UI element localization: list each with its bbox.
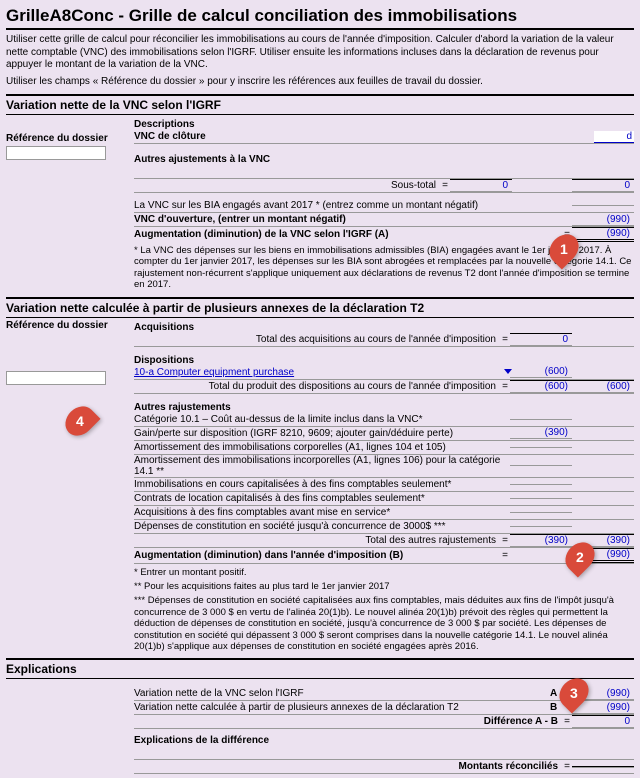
autres-ajust-heading: Autres ajustements à la VNC	[134, 154, 634, 165]
acq-total-label: Total des acquisitions au cours de l'ann…	[134, 334, 500, 345]
ar-val-6[interactable]	[510, 512, 572, 513]
disposition-link[interactable]: 10-a Computer equipment purchase	[134, 367, 294, 378]
autres-total-v1: (390)	[510, 534, 572, 547]
bia-line-val[interactable]	[572, 205, 634, 206]
vnc-cloture-input[interactable]: d	[594, 131, 634, 143]
sous-total-val-2: 0	[572, 179, 634, 192]
reconc-val	[572, 766, 634, 768]
ar-val-3[interactable]	[510, 465, 572, 466]
vnc-ouverture-label: VNC d'ouverture, (entrer un montant néga…	[134, 214, 572, 225]
ar-val-5[interactable]	[510, 498, 572, 499]
diff-label: Différence A - B	[134, 716, 562, 727]
ar-line-5: Contrats de location capitalisés à des f…	[134, 493, 510, 504]
exp-rowB-label: Variation nette calculée à partir de plu…	[134, 702, 550, 713]
ref-label-2: Référence du dossier	[6, 320, 128, 331]
aug-a-label: Augmentation (diminution) de la VNC selo…	[134, 229, 562, 240]
bia-line-label: La VNC sur les BIA engagés avant 2017 * …	[134, 200, 572, 211]
ar-line-6: Acquisitions à des fins comptables avant…	[134, 507, 510, 518]
disp-total-val-1: (600)	[510, 380, 572, 393]
note-star3: *** Dépenses de constitution en société …	[134, 595, 634, 652]
intro-text-2: Utiliser les champs « Référence du dossi…	[6, 76, 634, 89]
aug-b-label: Augmentation (diminution) dans l'année d…	[134, 550, 500, 561]
disp-total-val-2: (600)	[572, 380, 634, 393]
ar-line-1: Gain/perte sur disposition (IGRF 8210, 9…	[134, 428, 510, 439]
section-title-igrf: Variation nette de la VNC selon l'IGRF	[6, 94, 634, 115]
expl-diff-heading: Explications de la différence	[134, 735, 634, 746]
ar-val-1[interactable]: (390)	[510, 427, 572, 439]
autres-total-label: Total des autres rajustements	[134, 535, 500, 546]
aug-a-val: (990)	[572, 227, 634, 242]
ref-input-2[interactable]	[6, 371, 106, 385]
descriptions-heading: Descriptions	[134, 119, 634, 130]
disp-total-label: Total du produit des dispositions au cou…	[134, 381, 500, 392]
disp-link-val[interactable]: (600)	[510, 366, 572, 378]
autres-rajust-heading: Autres rajustements	[134, 402, 634, 413]
diff-val: 0	[572, 715, 634, 728]
acq-total-val: 0	[510, 333, 572, 346]
acquisitions-heading: Acquisitions	[134, 322, 634, 333]
ar-val-4[interactable]	[510, 484, 572, 485]
ar-line-0: Catégorie 10.1 – Coût au-dessus de la li…	[134, 414, 510, 425]
ref-label-1: Référence du dossier	[6, 133, 128, 144]
exp-rowA-label: Variation nette de la VNC selon l'IGRF	[134, 688, 550, 699]
ar-line-2: Amortissement des immobilisations corpor…	[134, 442, 510, 453]
sous-total-val-1: 0	[450, 179, 512, 192]
dispositions-heading: Dispositions	[134, 355, 634, 366]
section-title-t2: Variation nette calculée à partir de plu…	[6, 297, 634, 318]
note-star2: ** Pour les acquisitions faites au plus …	[134, 581, 634, 592]
section-title-explications: Explications	[6, 658, 634, 679]
reconc-label: Montants réconciliés	[134, 761, 562, 772]
ar-val-0[interactable]	[510, 419, 572, 420]
ar-line-7: Dépenses de constitution en société jusq…	[134, 521, 510, 532]
sous-total-label: Sous-total	[134, 180, 440, 191]
ar-val-7[interactable]	[510, 526, 572, 527]
vnc-cloture-label: VNC de clôture	[134, 131, 444, 142]
ar-val-2[interactable]	[510, 447, 572, 448]
ar-line-3: Amortissement des immobilisations incorp…	[134, 455, 510, 477]
vnc-ouverture-val[interactable]: (990)	[572, 214, 634, 226]
ar-line-4: Immobilisations en cours capitalisées à …	[134, 479, 510, 490]
intro-text-1: Utiliser cette grille de calcul pour réc…	[6, 34, 634, 72]
page-title: GrilleA8Conc - Grille de calcul concilia…	[6, 6, 634, 30]
note-star1: * Entrer un montant positif.	[134, 567, 634, 578]
ref-input-1[interactable]	[6, 146, 106, 160]
